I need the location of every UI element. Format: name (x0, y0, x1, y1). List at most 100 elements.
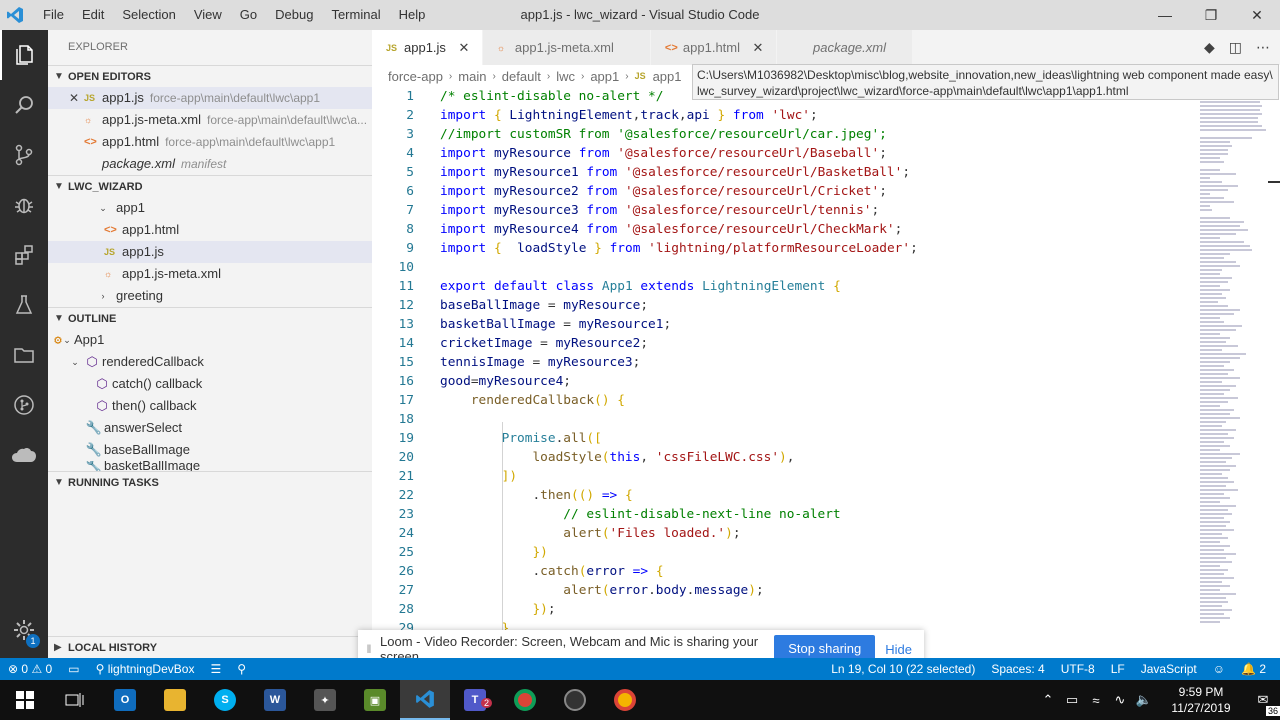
tab-app1-html[interactable]: <> app1.html ✕ (650, 30, 777, 65)
activity-bar: 1 (0, 30, 48, 658)
list-icon[interactable]: ☰ (202, 662, 229, 676)
battery-icon[interactable]: ▭ (1060, 692, 1084, 708)
more-actions-icon[interactable]: ⋯ (1256, 39, 1270, 56)
tree-file[interactable]: ☼ app1.js-meta.xml (48, 263, 372, 285)
breadcrumb-item[interactable]: force-app (388, 69, 443, 84)
app-orbit[interactable] (550, 680, 600, 720)
menu-debug[interactable]: Debug (266, 0, 322, 30)
open-editor-item[interactable]: ✕ JS app1.js force-app\main\default\lwc\… (48, 87, 372, 109)
breadcrumb-item[interactable]: app1 (653, 69, 682, 84)
image-app[interactable]: ▣ (350, 680, 400, 720)
outline-item[interactable]: 🔧 baseBallImage (48, 439, 372, 461)
chevron-up-icon[interactable]: ⌃ (1036, 692, 1060, 708)
outline-item[interactable]: ⬡ then() callback (48, 395, 372, 417)
close-icon[interactable]: ✕ (750, 40, 766, 56)
menu-bar: File Edit Selection View Go Debug Termin… (34, 0, 434, 30)
breadcrumb-item[interactable]: default (502, 69, 541, 84)
tree-folder-app1[interactable]: ⌄ app1 (48, 197, 372, 219)
close-window-icon[interactable]: ✕ (1234, 0, 1280, 30)
open-editor-item[interactable]: <> app1.html force-app\main\default\lwc\… (48, 131, 372, 153)
workspace-header[interactable]: ▼ LWC_WIZARD (48, 175, 372, 197)
explorer-icon[interactable] (0, 30, 48, 80)
line-ending[interactable]: LF (1103, 662, 1133, 676)
file-explorer-app[interactable] (150, 680, 200, 720)
outline-item[interactable]: 🔧 basketBallImage (48, 461, 372, 471)
outline-item[interactable]: ⬡ catch() callback (48, 373, 372, 395)
open-editor-item[interactable]: package.xml manifest (48, 153, 372, 175)
menu-terminal[interactable]: Terminal (322, 0, 389, 30)
manage-gear-icon[interactable]: 1 (0, 610, 48, 650)
menu-help[interactable]: Help (390, 0, 435, 30)
volume-icon[interactable]: 🔈 (1132, 692, 1156, 708)
action-center-icon[interactable]: ✉ 36 (1246, 692, 1280, 716)
breadcrumb-item[interactable]: app1 (590, 69, 619, 84)
chevron-right-icon: › (492, 70, 496, 82)
scrollbar-thumb[interactable] (1268, 181, 1280, 183)
code-editor[interactable]: 1/* eslint-disable no-alert */ 2 import {… (372, 87, 1280, 635)
notifications[interactable]: 🔔 2 (1233, 662, 1274, 676)
gitlens-icon[interactable] (0, 380, 48, 430)
hide-button[interactable]: Hide (885, 642, 912, 657)
smiley-feedback-icon[interactable]: ☺ (1205, 662, 1233, 676)
teams-app[interactable]: T 2 (450, 680, 500, 720)
menu-selection[interactable]: Selection (113, 0, 184, 30)
code-line: 10 (398, 260, 414, 275)
outline-item[interactable]: ⌄ ⬡ renderedCallback (48, 351, 372, 373)
folder-icon[interactable] (0, 330, 48, 380)
problems-indicator[interactable]: ⊗ 0 ⚠ 0 (0, 662, 60, 676)
vscode-app[interactable] (400, 680, 450, 720)
cursor-position[interactable]: Ln 19, Col 10 (22 selected) (823, 662, 983, 676)
debug-icon[interactable] (0, 180, 48, 230)
open-editor-item[interactable]: ☼ app1.js-meta.xml force-app\main\defaul… (48, 109, 372, 131)
tree-folder-greeting[interactable]: › greeting (48, 285, 372, 307)
menu-go[interactable]: Go (231, 0, 266, 30)
search-icon[interactable] (0, 80, 48, 130)
split-editor-icon[interactable]: ◫ (1229, 39, 1242, 56)
start-button[interactable] (0, 680, 50, 720)
pin-icon[interactable]: ⚲ (229, 662, 254, 676)
wifi-icon[interactable]: ∿ (1108, 692, 1132, 708)
running-tasks-header[interactable]: ▼ RUNNING TASKS (48, 471, 372, 493)
tree-file[interactable]: <> app1.html (48, 219, 372, 241)
outline-item[interactable]: 🔧 answerSelect (48, 417, 372, 439)
source-control-icon[interactable] (0, 130, 48, 180)
app-bird[interactable]: ✦ (300, 680, 350, 720)
open-changes-icon[interactable]: ◆ (1204, 39, 1215, 56)
close-icon[interactable]: ✕ (66, 87, 82, 109)
html-file-icon: <> (664, 41, 678, 54)
indentation[interactable]: Spaces: 4 (983, 662, 1052, 676)
task-view-button[interactable] (50, 680, 100, 720)
close-icon[interactable]: ✕ (456, 40, 472, 56)
window-icon[interactable]: ▭ (60, 662, 87, 676)
outline-header[interactable]: ▼ OUTLINE (48, 307, 372, 329)
menu-view[interactable]: View (185, 0, 231, 30)
menu-file[interactable]: File (34, 0, 73, 30)
tab-app1-meta-xml[interactable]: ☼ app1.js-meta.xml (482, 30, 651, 65)
chrome-app-2[interactable] (600, 680, 650, 720)
outline-item[interactable]: ⌄ ⚙ App1 (48, 329, 372, 351)
breadcrumb-item[interactable]: lwc (556, 69, 575, 84)
word-app[interactable]: W (250, 680, 300, 720)
outlook-app[interactable]: O (100, 680, 150, 720)
skype-app[interactable]: S (200, 680, 250, 720)
restore-icon[interactable]: ❐ (1188, 0, 1234, 30)
language-mode[interactable]: JavaScript (1133, 662, 1205, 676)
breadcrumb-item[interactable]: main (458, 69, 486, 84)
minimize-icon[interactable]: — (1142, 0, 1188, 30)
salesforce-cloud-icon[interactable] (0, 430, 48, 480)
drag-handle-icon[interactable]: ‖ (358, 642, 380, 656)
minimap[interactable] (1200, 97, 1270, 637)
tab-app1-js[interactable]: JS app1.js ✕ (372, 30, 483, 65)
menu-edit[interactable]: Edit (73, 0, 113, 30)
test-flask-icon[interactable] (0, 280, 48, 330)
tree-file[interactable]: JS app1.js (48, 241, 372, 263)
chrome-app[interactable] (500, 680, 550, 720)
encoding[interactable]: UTF-8 (1053, 662, 1103, 676)
tab-package-xml[interactable]: package.xml (777, 30, 913, 65)
network-icon[interactable]: ≈ (1084, 693, 1108, 708)
org-indicator[interactable]: ⚲ lightningDevBox (88, 662, 203, 676)
local-history-header[interactable]: ▶ LOCAL HISTORY (48, 636, 372, 658)
extensions-icon[interactable] (0, 230, 48, 280)
clock[interactable]: 9:59 PM 11/27/2019 (1156, 684, 1246, 716)
open-editors-header[interactable]: ▼ OPEN EDITORS (48, 65, 372, 87)
